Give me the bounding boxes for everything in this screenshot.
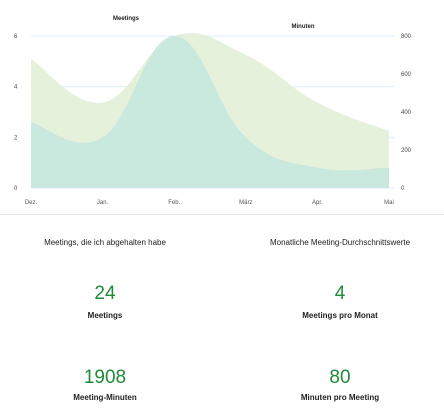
x-tick-4: Apr. bbox=[312, 200, 323, 206]
y-left-tick-2: 2 bbox=[14, 135, 18, 141]
y-left-tick-6: 6 bbox=[14, 34, 18, 40]
stat-label-meetings-per-month: Meetings pro Monat bbox=[302, 311, 378, 320]
stat-heading-meetings-held: Meetings, die ich abgehalten habe bbox=[44, 238, 166, 247]
section-divider bbox=[0, 214, 444, 215]
chart-title-meetings: Meetings bbox=[113, 16, 140, 22]
x-tick-0: Dez. bbox=[25, 200, 38, 206]
x-tick-2: Feb. bbox=[168, 200, 180, 206]
y-left-tick-4: 4 bbox=[14, 85, 18, 91]
chart-svg: 0 2 4 6 0 200 400 600 800 Dez. Jan. Feb. März Apr. Mai… bbox=[14, 16, 412, 206]
chart-title-minuten: Minuten bbox=[292, 24, 315, 30]
y-right-tick-400: 400 bbox=[401, 110, 412, 116]
y-right-tick-800: 800 bbox=[401, 34, 412, 40]
stat-value-minutes-per-meeting: 80 bbox=[329, 367, 351, 388]
y-right-tick-600: 600 bbox=[401, 72, 412, 78]
stat-label-meetings: Meetings bbox=[87, 311, 123, 320]
stat-heading-monthly-average: Monatliche Meeting-Durchschnittswerte bbox=[269, 238, 411, 247]
x-tick-1: Jan. bbox=[97, 200, 109, 206]
stat-value-meeting-minutes: 1908 bbox=[83, 367, 127, 388]
meetings-area-chart: 0 2 4 6 0 200 400 600 800 Dez. Jan. Feb. März Apr. Mai… bbox=[0, 0, 444, 214]
x-tick-5: Mai bbox=[384, 200, 394, 206]
y-right-tick-200: 200 bbox=[401, 148, 412, 154]
chart-areas bbox=[31, 33, 389, 188]
meeting-stats-card: 0 2 4 6 0 200 400 600 800 Dez. Jan. Feb. März Apr. Mai… bbox=[0, 0, 444, 412]
stat-label-minutes-per-meeting: Minuten pro Meeting bbox=[300, 393, 380, 402]
stat-label-meeting-minutes: Meeting-Minuten bbox=[73, 393, 137, 402]
stat-value-meetings: 24 bbox=[94, 283, 116, 304]
y-left-tick-0: 0 bbox=[14, 186, 18, 192]
y-right-tick-0: 0 bbox=[401, 186, 405, 192]
stat-value-meetings-per-month: 4 bbox=[334, 283, 346, 304]
x-tick-3: März bbox=[239, 200, 252, 206]
